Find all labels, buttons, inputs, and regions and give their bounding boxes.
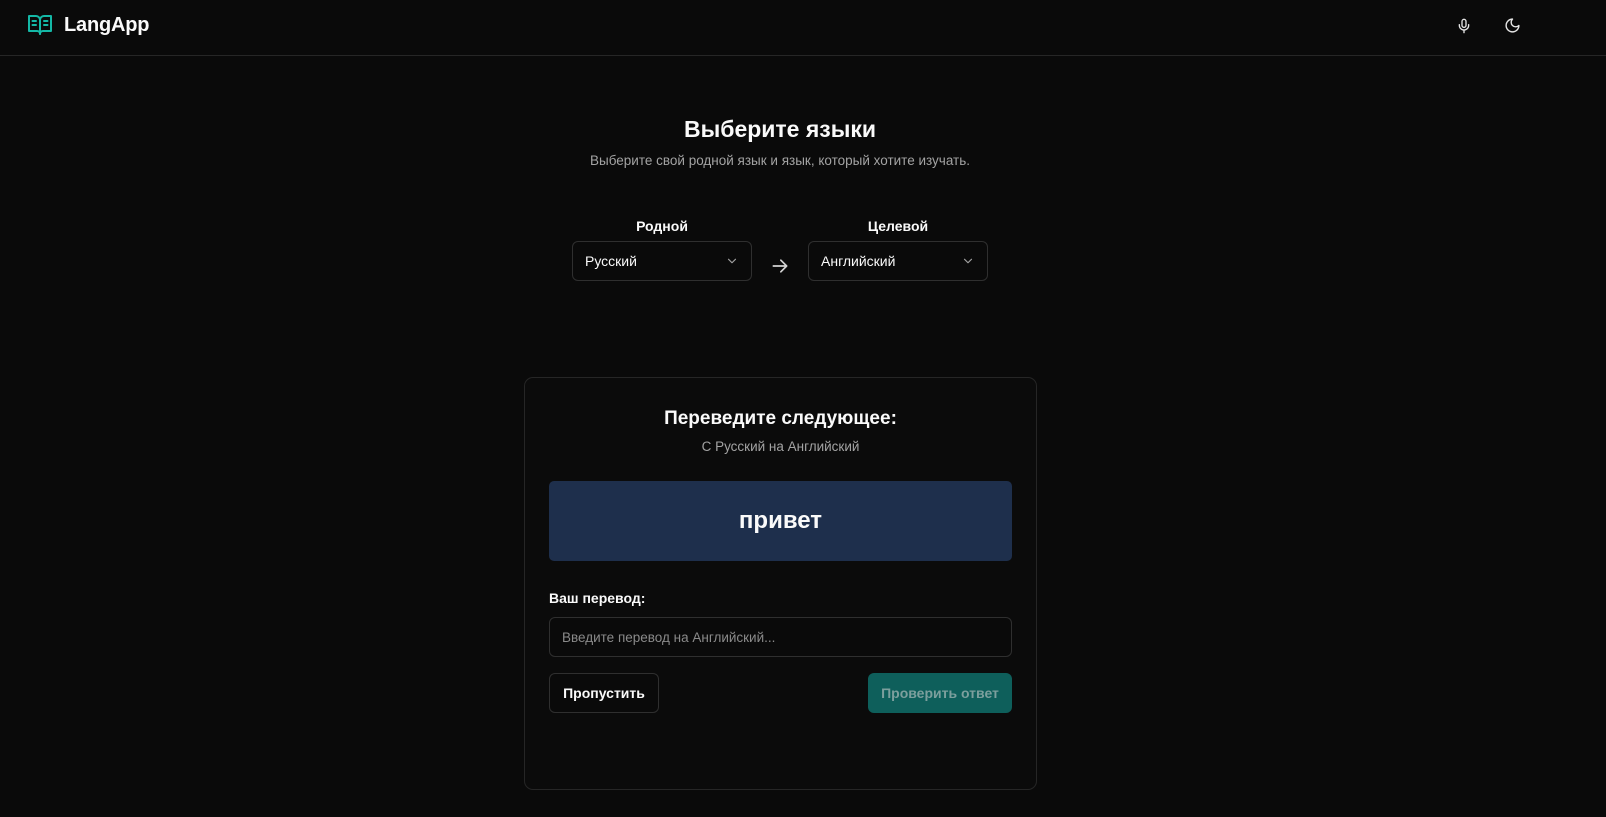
chevron-down-icon <box>725 254 739 268</box>
chevron-down-icon <box>961 254 975 268</box>
app-header: LangApp <box>0 0 1606 56</box>
source-word: привет <box>738 507 823 534</box>
native-language-select[interactable]: Русский <box>572 241 752 281</box>
theme-toggle-button[interactable] <box>1494 10 1530 46</box>
page-title: Выберите языки <box>683 116 877 142</box>
exercise-direction: С Русский на Английский <box>701 439 860 454</box>
native-language-value: Русский <box>585 253 637 269</box>
skip-button[interactable]: Пропустить <box>549 673 659 713</box>
app-name: LangApp <box>64 13 150 36</box>
exercise-card: Переведите следующее: С Русский на Англи… <box>524 377 1037 790</box>
page-subtitle: Выберите свой родной язык и язык, которы… <box>590 153 970 168</box>
target-language-label: Целевой <box>867 218 929 234</box>
app-logo[interactable]: LangApp <box>28 12 149 38</box>
target-language-value: Английский <box>821 253 896 269</box>
arrow-right-icon <box>769 256 791 281</box>
target-language-select[interactable]: Английский <box>808 241 988 281</box>
answer-label: Ваш перевод: <box>549 590 646 606</box>
source-word-box: привет <box>549 481 1012 561</box>
moon-icon <box>1504 17 1521 39</box>
translation-input[interactable] <box>549 617 1012 657</box>
native-language-label: Родной <box>636 218 688 234</box>
microphone-button[interactable] <box>1446 10 1482 46</box>
book-open-icon <box>28 14 52 36</box>
microphone-icon <box>1456 18 1472 39</box>
check-answer-button[interactable]: Проверить ответ <box>868 673 1012 713</box>
exercise-title: Переведите следующее: <box>664 408 897 429</box>
